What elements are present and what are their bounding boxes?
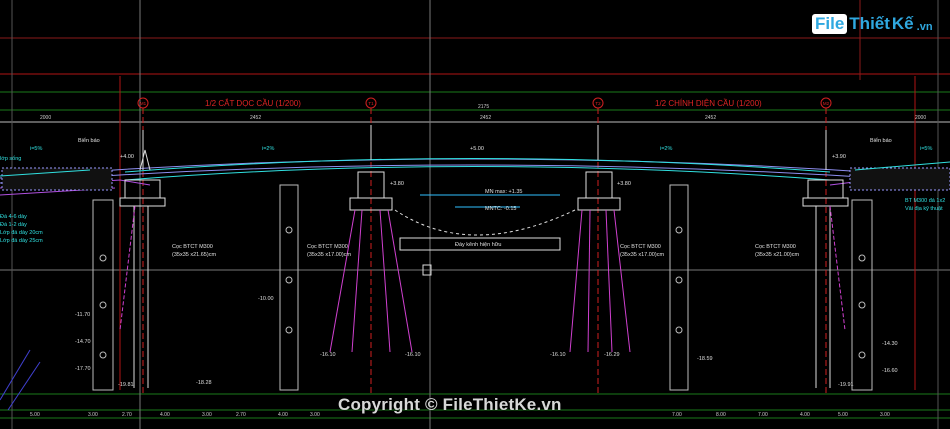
svg-text:Đá 4-6 dày: Đá 4-6 dày: [0, 214, 27, 220]
svg-text:5.00: 5.00: [30, 412, 40, 418]
svg-text:-11.70: -11.70: [75, 312, 90, 318]
piles: [119, 205, 846, 388]
svg-text:(35x35 x17.00)cm: (35x35 x17.00)cm: [620, 252, 664, 258]
svg-text:-19.91: -19.91: [838, 382, 854, 388]
svg-text:4.00: 4.00: [278, 412, 288, 418]
svg-text:3.00: 3.00: [88, 412, 98, 418]
svg-text:i=5%: i=5%: [30, 146, 42, 152]
svg-text:Đá 1-2 dày: Đá 1-2 dày: [0, 222, 27, 228]
svg-text:-17.70: -17.70: [75, 366, 91, 372]
left-slope-lines: [0, 349, 41, 411]
svg-text:Cọc BTCT M300: Cọc BTCT M300: [172, 244, 213, 250]
svg-text:-14.30: -14.30: [882, 341, 898, 347]
svg-text:8.00: 8.00: [716, 412, 726, 418]
pier-caps: [119, 171, 849, 211]
svg-text:Cọc BTCT M300: Cọc BTCT M300: [307, 244, 348, 250]
svg-text:Biển báo: Biển báo: [78, 137, 100, 144]
svg-text:(35x35 x17.00)cm: (35x35 x17.00)cm: [307, 252, 351, 258]
logo-ke-text: Kế: [891, 14, 914, 33]
svg-text:MN max: +1.35: MN max: +1.35: [485, 189, 522, 195]
svg-text:-10.00: -10.00: [258, 296, 274, 302]
svg-text:(35x35 x21.65)cm: (35x35 x21.65)cm: [172, 252, 216, 258]
svg-text:-16.60: -16.60: [882, 368, 898, 374]
svg-text:2.70: 2.70: [122, 412, 132, 418]
svg-text:3.00: 3.00: [880, 412, 890, 418]
svg-text:+3.80: +3.80: [617, 181, 631, 187]
svg-text:3.00: 3.00: [202, 412, 212, 418]
svg-text:2.70: 2.70: [236, 412, 246, 418]
axis-label: M2: [823, 101, 830, 106]
elevation-labels: -11.70 -14.70 -17.70 -10.00 -14.30 -16.6…: [75, 296, 898, 388]
top-dimensions: 2000 2452 2452 2452 2452 2000 2175: [40, 104, 926, 121]
svg-text:2175: 2175: [478, 104, 489, 110]
svg-text:7.00: 7.00: [672, 412, 682, 418]
logo-vn-text: .vn: [916, 20, 933, 33]
svg-text:Cọc BTCT M300: Cọc BTCT M300: [620, 244, 661, 250]
svg-text:-16.10: -16.10: [550, 352, 566, 358]
svg-text:2000: 2000: [915, 115, 926, 121]
svg-text:2452: 2452: [705, 115, 716, 121]
svg-text:+3.90: +3.90: [832, 154, 846, 160]
svg-text:+4.00: +4.00: [120, 154, 134, 160]
svg-text:-19.81: -19.81: [118, 382, 134, 388]
logo-thiet-text: Thiết: [849, 14, 890, 33]
svg-text:Lớp đá dày 20cm: Lớp đá dày 20cm: [0, 230, 43, 236]
svg-text:Vải địa kỹ thuật: Vải địa kỹ thuật: [905, 206, 943, 212]
svg-text:2000: 2000: [40, 115, 51, 121]
svg-text:7.00: 7.00: [758, 412, 768, 418]
svg-text:Đáy kênh hiện hữu: Đáy kênh hiện hữu: [455, 242, 502, 248]
svg-text:+3.80: +3.80: [390, 181, 404, 187]
svg-text:-16.10: -16.10: [320, 352, 336, 358]
title-right: 1/2 CHÍNH DIỆN CẦU (1/200): [655, 98, 762, 108]
svg-text:5.00: 5.00: [838, 412, 848, 418]
svg-text:BT M300 đá 1x2: BT M300 đá 1x2: [905, 198, 945, 204]
svg-text:Biển báo: Biển báo: [870, 137, 892, 144]
svg-text:-16.10: -16.10: [405, 352, 421, 358]
svg-text:i=5%: i=5%: [920, 146, 932, 152]
svg-text:Lớp đá dày 25cm: Lớp đá dày 25cm: [0, 238, 43, 244]
title-left: 1/2 CẮT DỌC CẦU (1/200): [205, 98, 301, 108]
svg-text:+5.00: +5.00: [470, 146, 484, 152]
pile-columns: [92, 184, 873, 391]
svg-text:(35x35 x21.00)cm: (35x35 x21.00)cm: [755, 252, 799, 258]
copyright-watermark: Copyright © FileThietKe.vn: [338, 395, 562, 414]
svg-text:4.00: 4.00: [160, 412, 170, 418]
logo-file-text: File: [812, 14, 848, 34]
svg-text:-18.28: -18.28: [196, 380, 212, 386]
svg-text:2452: 2452: [250, 115, 261, 121]
site-logo: File Thiết Kế .vn: [812, 10, 933, 38]
svg-text:4.00: 4.00: [800, 412, 810, 418]
svg-text:-18.59: -18.59: [697, 356, 713, 362]
svg-text:MNTC: -0.15: MNTC: -0.15: [485, 206, 516, 212]
svg-text:i=2%: i=2%: [660, 146, 672, 152]
bridge-elevation-drawing: 1/2 CẮT DỌC CẦU (1/200) 1/2 CHÍNH DIỆN C…: [0, 0, 950, 429]
svg-text:Cọc BTCT M300: Cọc BTCT M300: [755, 244, 796, 250]
svg-text:-14.70: -14.70: [75, 339, 91, 345]
axis-label: T1: [368, 101, 374, 106]
axis-label: T2: [595, 101, 601, 106]
axis-label: M1: [140, 101, 147, 106]
svg-text:lớp sống: lớp sống: [0, 156, 21, 162]
svg-text:i=2%: i=2%: [262, 146, 274, 152]
svg-text:-16.29: -16.29: [604, 352, 620, 358]
svg-text:3.00: 3.00: [310, 412, 320, 418]
